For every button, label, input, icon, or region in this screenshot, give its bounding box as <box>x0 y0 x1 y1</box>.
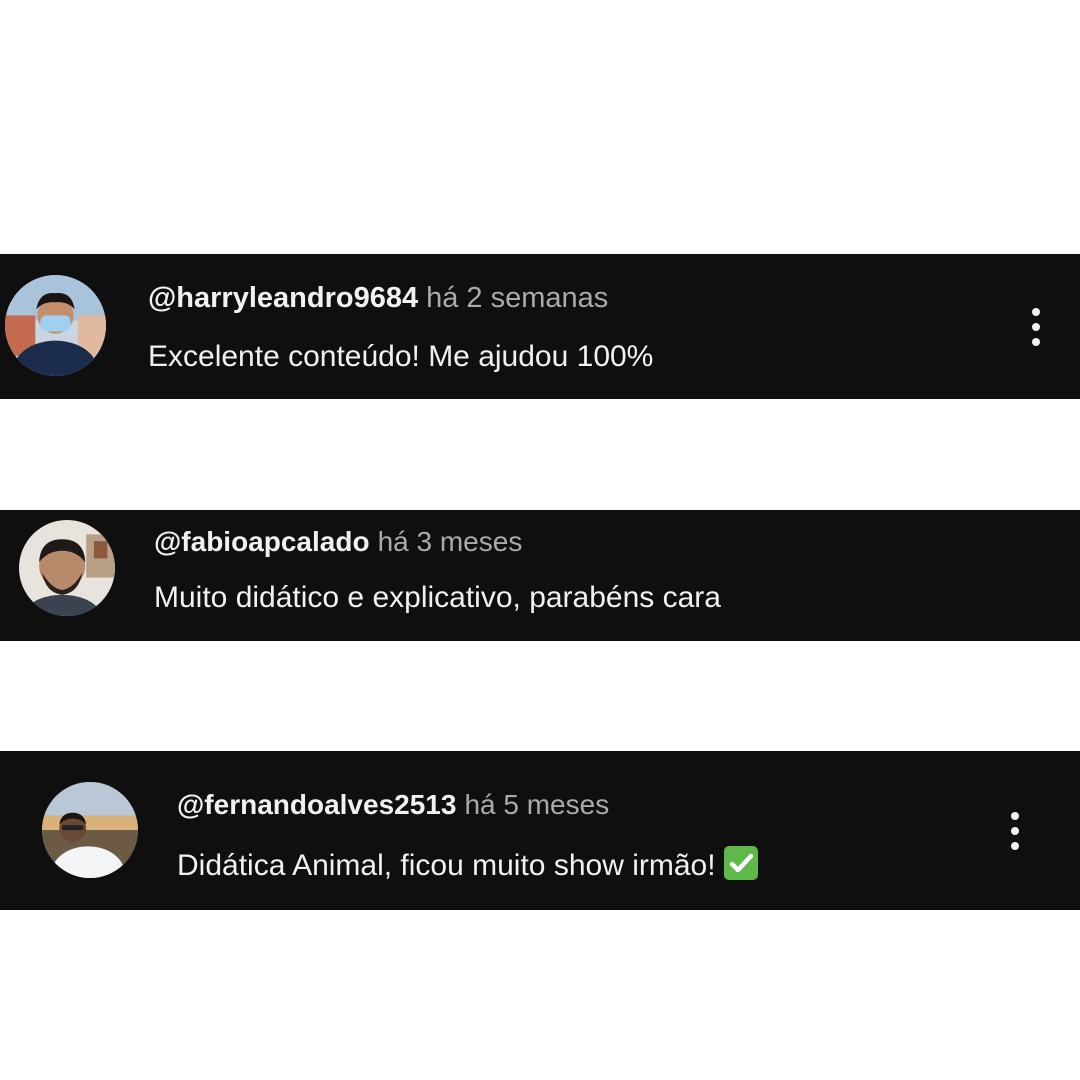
more-vertical-icon[interactable] <box>1021 302 1051 352</box>
username-link[interactable]: @fernandoalves2513 <box>177 789 456 820</box>
comment-meta: @fernandoalves2513 há 5 meses <box>177 791 609 819</box>
comment-card: @fabioapcalado há 3 meses Muito didático … <box>0 510 1080 641</box>
avatar-photo <box>5 275 106 376</box>
dot <box>1011 812 1019 820</box>
avatar-photo <box>42 782 138 878</box>
comment-text-content: Didática Animal, ficou muito show irmão! <box>177 849 716 882</box>
comment-timestamp[interactable]: há 5 meses <box>464 789 609 820</box>
avatar-photo <box>19 520 115 616</box>
username-link[interactable]: @fabioapcalado <box>154 526 370 557</box>
comment-card: @harryleandro9684 há 2 semanas Excelente … <box>0 254 1080 399</box>
dot <box>1032 323 1040 331</box>
avatar[interactable] <box>19 520 115 616</box>
avatar[interactable] <box>5 275 106 376</box>
dot <box>1032 338 1040 346</box>
comment-timestamp[interactable]: há 3 meses <box>378 526 523 557</box>
dot <box>1011 827 1019 835</box>
comment-text: Muito didático e explicativo, parabéns c… <box>154 581 721 614</box>
username-link[interactable]: @harryleandro9684 <box>148 282 418 314</box>
comment-timestamp[interactable]: há 2 semanas <box>426 282 608 314</box>
comment-meta: @harryleandro9684 há 2 semanas <box>148 284 608 313</box>
avatar[interactable] <box>42 782 138 878</box>
comment-text: Excelente conteúdo! Me ajudou 100% <box>148 340 654 373</box>
comments-collage: @harryleandro9684 há 2 semanas Excelente … <box>0 0 1080 1080</box>
dot <box>1032 308 1040 316</box>
comment-text: Didática Animal, ficou muito show irmão! <box>177 846 758 881</box>
dot <box>1011 842 1019 850</box>
check-mark-button-emoji <box>723 846 758 880</box>
comment-meta: @fabioapcalado há 3 meses <box>154 528 522 556</box>
comment-card: @fernandoalves2513 há 5 meses Didática An… <box>0 751 1080 910</box>
more-vertical-icon[interactable] <box>1000 806 1030 856</box>
